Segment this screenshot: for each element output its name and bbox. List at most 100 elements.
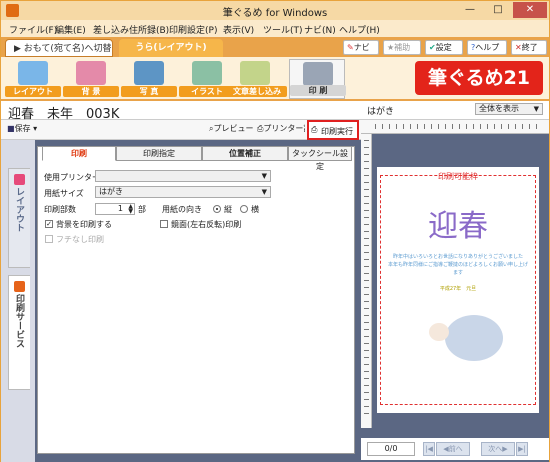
navi-icon: ✎ [347,43,354,52]
prev-label: 前へ [448,445,463,453]
spinner-arrows-icon[interactable]: ▲ ▼ [128,204,133,215]
printer-settings-button[interactable]: ⎙プリンター設定 [257,123,305,134]
next-arrow-icon: ▶ [502,445,508,453]
ruler-tick [431,124,432,129]
copies-label: 印刷部数 [44,205,76,214]
side-tabs: レイアウト 印刷サービス [1,140,35,462]
help-button[interactable]: ?ヘルプ [467,40,507,55]
tab-background[interactable]: 背 景 [63,59,119,99]
side-tab-layout[interactable]: レイアウト [8,168,30,268]
paper-size-select[interactable]: はがき ▼ [95,186,271,198]
form-tab-print[interactable]: 印刷 [42,146,116,161]
ruler-tick [382,124,383,129]
next-page-button[interactable]: 次へ▶ [481,442,515,456]
ruler-tick [364,343,369,344]
exit-button[interactable]: ✕終了 [511,40,547,55]
save-button[interactable]: ■保存 ▾ [7,123,37,134]
menu-file[interactable]: ファイル(F) [9,23,57,36]
tab-text-insert[interactable]: 文章差し込み [227,59,287,99]
ruler-tick [364,252,369,253]
tab-print[interactable]: 印 刷 [289,59,346,99]
menu-tools[interactable]: ツール(T) [263,23,303,36]
menu-address-book[interactable]: 差し込み住所録(B) [93,23,169,36]
form-tab-tack-seal[interactable]: タックシール設定 [288,146,352,171]
menu-bar: ファイル(F) 編集(E) 差し込み住所録(B) 印刷設定(P) 表示(V) ツ… [1,20,549,37]
ruler-tick [364,406,369,407]
ruler-tick [424,124,425,129]
copies-unit: 部 [138,205,146,214]
printer-select[interactable]: ▼ [95,170,271,182]
last-page-button[interactable]: ▶| [516,442,528,456]
ruler-tick [515,124,516,129]
side-tab-print-service-label: 印刷サービス [14,294,24,348]
tab-print-label: 印 刷 [290,85,346,96]
background-icon [76,61,106,85]
ruler-tick [487,124,488,129]
orientation-landscape-radio[interactable] [240,205,248,213]
print-execute-button[interactable]: ⎙ 印刷実行 [307,120,359,140]
ruler-tick [364,217,369,218]
switch-front-button[interactable]: ▶ おもて(宛て名)へ切替 [5,39,113,57]
ruler-tick [364,168,369,169]
close-button[interactable]: ✕ [513,2,547,18]
borderless-print-checkbox[interactable] [45,235,53,243]
menu-view[interactable]: 表示(V) [223,23,254,36]
ribbon: レイアウト 背 景 写 真 イラスト 文章差し込み 印 刷 筆ぐるめ21 [1,57,549,101]
maximize-button[interactable]: □ [485,2,511,18]
ruler-tick [364,280,369,281]
assist-button[interactable]: ★補助 [383,40,421,55]
back-layout-tab[interactable]: うら(レイアウト) [119,39,223,57]
illust-icon [192,61,222,85]
ruler-tick [364,231,369,232]
prev-page-button[interactable]: ◀前へ [436,442,470,456]
paper-size-value: はがき [99,187,123,196]
ruler-tick [364,259,369,260]
ruler-tick [389,124,390,129]
ruler-tick [364,224,369,225]
ruler-tick [364,154,369,155]
ruler-tick [364,175,369,176]
preview-pane: はがき 全体を表示 ▼ 印刷可能枠 迎春 昨年中はいろいろとお世話になりありがと… [361,101,549,462]
settings-button[interactable]: ✔設定 [425,40,463,55]
ruler-tick [364,329,369,330]
tab-layout[interactable]: レイアウト [5,59,61,99]
ruler-tick [364,140,369,141]
menu-edit[interactable]: 編集(E) [55,23,86,36]
ruler-tick [375,124,376,129]
menu-help[interactable]: ヘルプ(H) [339,23,380,36]
layout-tab-icon [14,174,25,185]
preview-button[interactable]: ⌕プレビュー [209,123,253,134]
first-page-button[interactable]: |◀ [423,442,435,456]
ruler-tick [466,124,467,129]
minimize-button[interactable]: — [457,2,483,18]
menu-navi[interactable]: ナビ(N) [304,23,336,36]
mirror-print-checkbox[interactable] [160,220,168,228]
ruler-tick [364,385,369,386]
tab-photo[interactable]: 写 真 [121,59,177,99]
ruler-tick [459,124,460,129]
background-print-checkbox[interactable]: ✓ [45,220,53,228]
printer-label: 使用プリンター [44,173,100,182]
copies-spinner[interactable]: 1 ▲ ▼ [95,203,135,215]
orientation-portrait-label: 縦 [224,205,232,214]
navi-label: ナビ [353,43,370,52]
ruler-tick [508,124,509,129]
print-service-icon [14,281,25,292]
orientation-portrait-radio[interactable] [213,205,221,213]
menu-print-settings[interactable]: 印刷設定(P) [169,23,217,36]
ruler-tick [364,294,369,295]
form-tab-position-adjust[interactable]: 位置補正 [202,146,288,161]
side-tab-print-service[interactable]: 印刷サービス [8,275,30,390]
zoom-select[interactable]: 全体を表示 ▼ [475,103,543,115]
ruler-tick [364,322,369,323]
ruler-tick [536,124,537,129]
vertical-ruler [361,134,372,428]
greeting-line-1: 昨年中はいろいろとお世話になりありがとうございました [392,254,523,260]
tab-background-label: 背 景 [63,86,119,97]
orientation-landscape-label: 横 [251,205,259,214]
form-tab-print-spec[interactable]: 印刷指定 [116,146,202,161]
navi-button[interactable]: ✎ナビ [343,40,379,55]
layout-icon [18,61,48,85]
orientation-label: 用紙の向き [162,205,202,214]
settings-label: 設定 [435,43,452,52]
